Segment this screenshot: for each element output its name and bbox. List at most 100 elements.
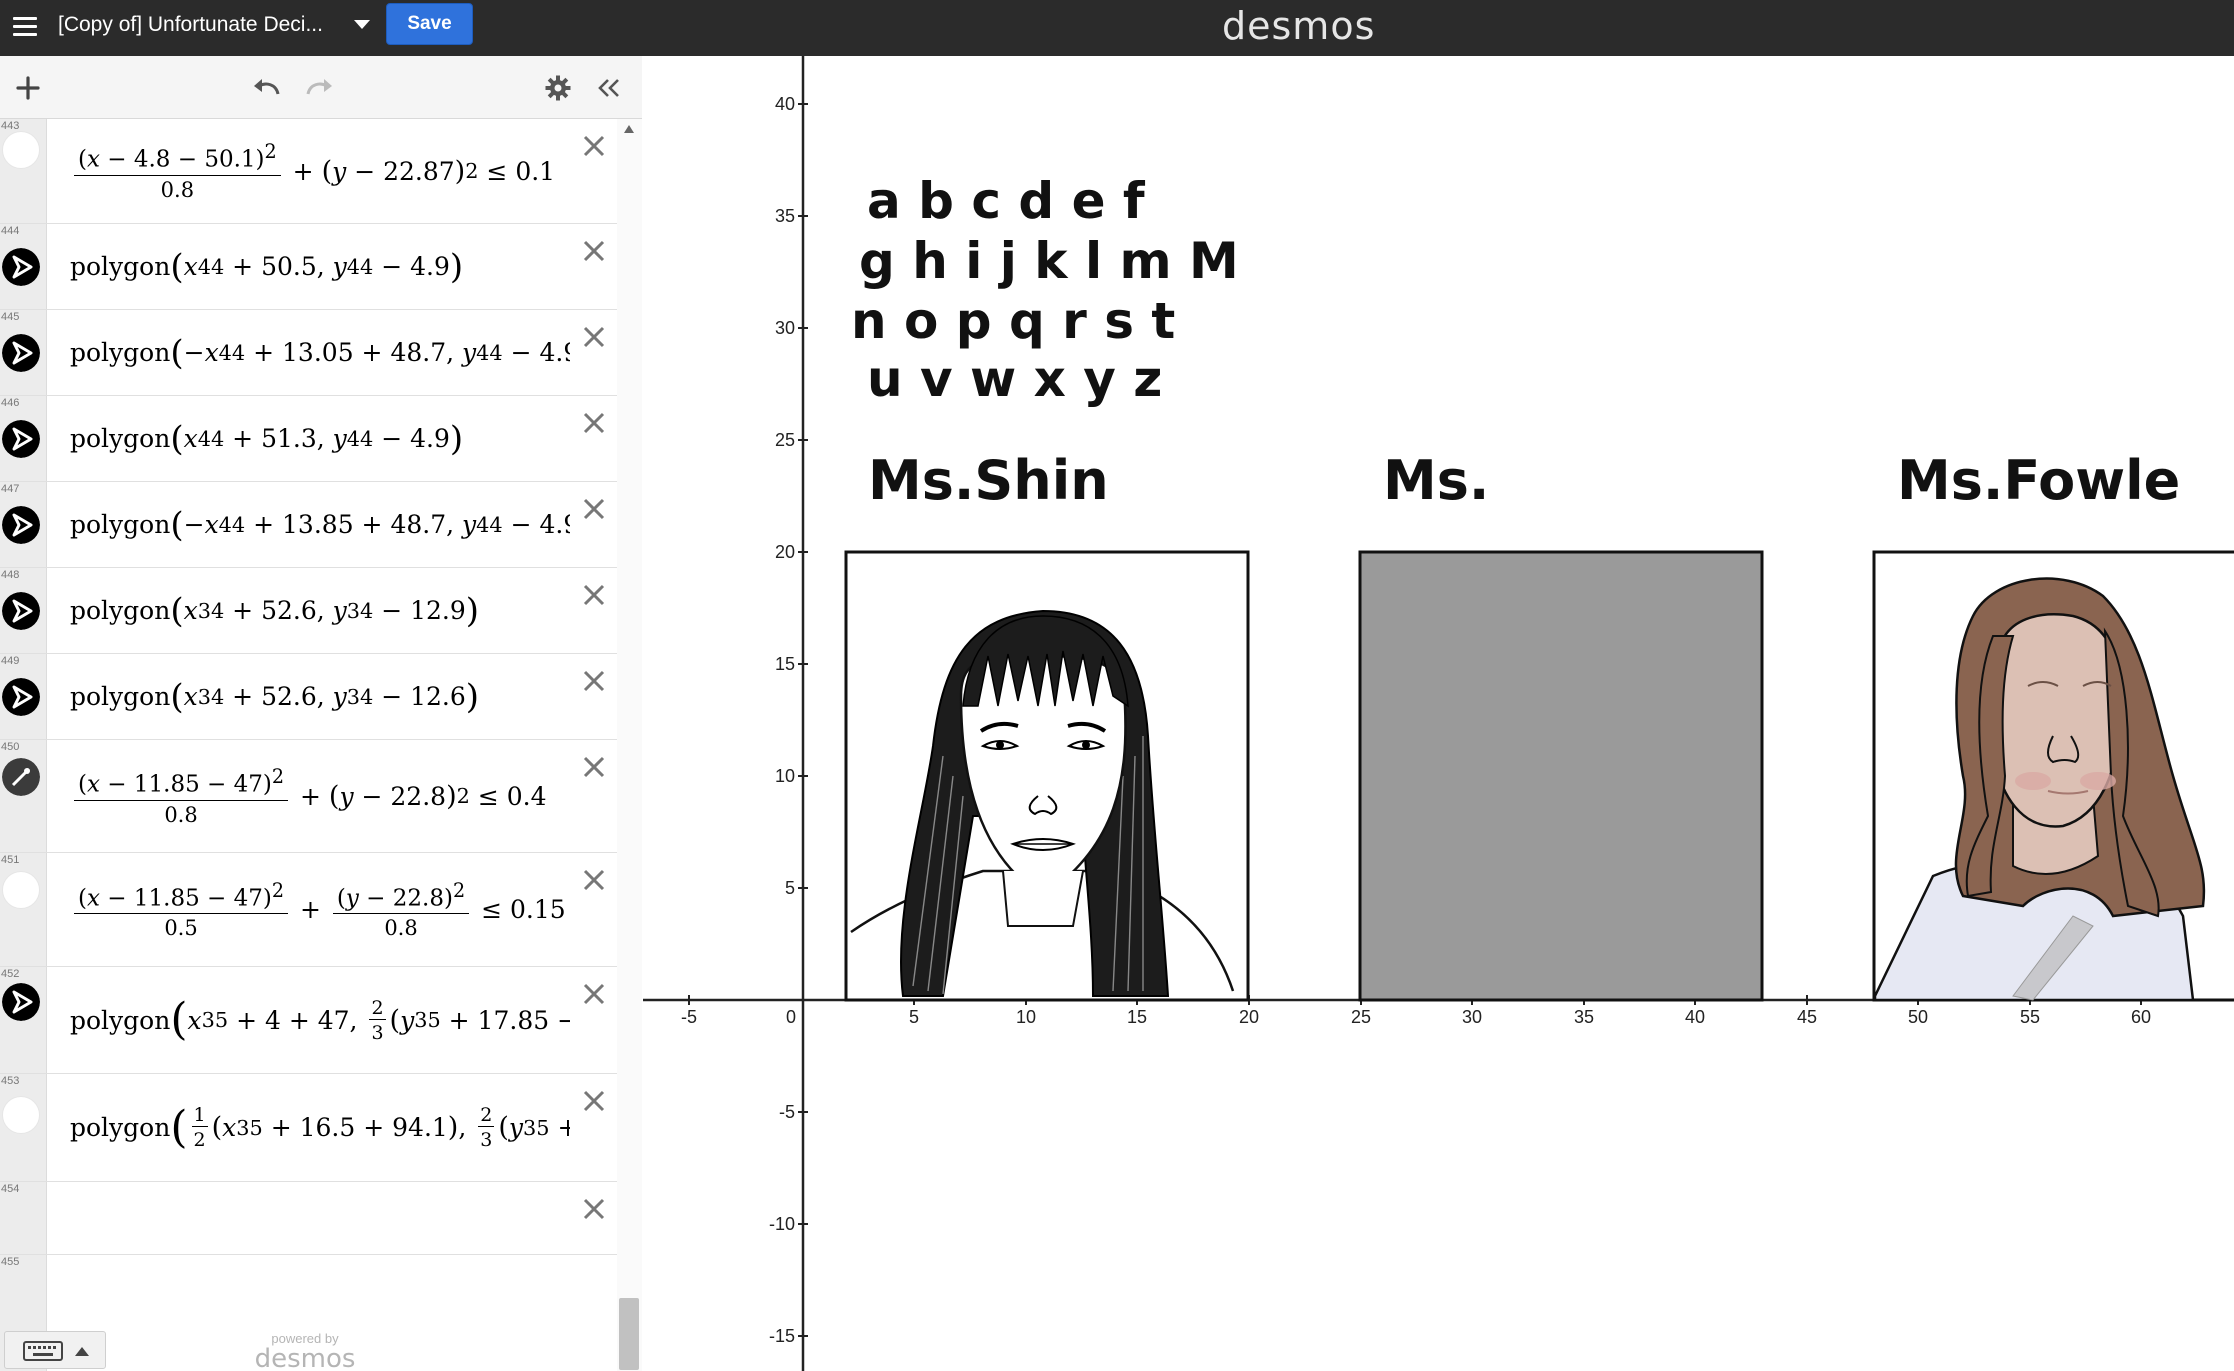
row-gutter: 445 (0, 310, 47, 395)
add-item-icon[interactable] (8, 56, 48, 119)
delete-expression-icon[interactable] (579, 131, 609, 161)
save-button[interactable]: Save (386, 3, 473, 45)
delete-expression-icon[interactable] (579, 666, 609, 696)
powered-by-logo: desmos (254, 1344, 356, 1371)
expression-row[interactable]: 451 (x − 11.85 − 47)2 0.5 + (y − 22.8)2 0.… (0, 853, 617, 967)
x-tick-label: 60 (2131, 1007, 2151, 1027)
y-tick-label: -10 (769, 1214, 795, 1234)
row-number: 455 (1, 1256, 20, 1268)
blank-portrait-box (1358, 550, 1764, 1002)
expression-math[interactable]: (x − 4.8 − 50.1)2 0.8 + (y − 22.87) 2 ≤ 0.… (70, 119, 570, 223)
delete-expression-icon[interactable] (579, 1194, 609, 1224)
y-tick-label: 35 (775, 206, 795, 226)
scrollbar-thumb[interactable] (619, 1298, 639, 1370)
row-gutter: 448 (0, 568, 47, 653)
y-tick-label: -5 (779, 1102, 795, 1122)
y-tick-label: 25 (775, 430, 795, 450)
row-number: 445 (1, 311, 20, 323)
expression-input[interactable] (70, 1182, 570, 1254)
y-tick-label: -15 (769, 1326, 795, 1346)
expression-row[interactable]: 449 polygon(x 34 + 52.6, y 34 − 12.6) (0, 654, 617, 740)
expression-row[interactable]: 452 polygon(x 35 + 4 + 47, 2 3(y 35 + 17.85… (0, 967, 617, 1074)
alphabet-line: u v w x y z (867, 350, 1162, 408)
polygon-visibility-icon[interactable] (2, 248, 40, 286)
x-tick-label: 35 (1574, 1007, 1594, 1027)
row-gutter: 444 (0, 224, 47, 309)
expression-math[interactable]: polygon(x 34 + 52.6, y 34 − 12.9) (70, 568, 570, 653)
expression-row[interactable]: 450 (x − 11.85 − 47)2 0.8 + (y − 22.8) 2 ≤… (0, 740, 617, 853)
delete-expression-icon[interactable] (579, 1086, 609, 1116)
row-number: 444 (1, 225, 20, 237)
row-gutter: 453 (0, 1074, 47, 1181)
expression-row[interactable]: 445 polygon(− x 44 + 13.05 + 48.7, y 44 − 4… (0, 310, 617, 396)
powered-by-desmos: powered by desmos (250, 1331, 360, 1371)
expression-math[interactable]: polygon(1 2(x 35 + 16.5 + 94.1), 2 3(y 35 + (70, 1074, 570, 1181)
row-number: 450 (1, 741, 20, 753)
expression-math[interactable]: polygon(x 34 + 52.6, y 34 − 12.6) (70, 654, 570, 739)
scroll-up-icon[interactable] (624, 125, 634, 133)
expression-row[interactable]: 444 polygon(x 44 + 50.5, y 44 − 4.9) (0, 224, 617, 310)
expression-row[interactable]: 446 polygon(x 44 + 51.3, y 44 − 4.9) (0, 396, 617, 482)
polygon-visibility-icon[interactable] (2, 678, 40, 716)
row-number: 453 (1, 1075, 20, 1087)
expression-math[interactable]: polygon(−x44 + 13.05 + 48.7, y44 − 4.9) (70, 310, 570, 395)
x-tick-label: 10 (1016, 1007, 1036, 1027)
y-axis-labels: 40 35 30 25 20 15 10 5 -5 -10 -15 (769, 94, 795, 1346)
polygon-visibility-icon[interactable] (2, 592, 40, 630)
expression-math[interactable]: polygon(−x44 + 13.85 + 48.7, y44 − 4.9) (70, 482, 570, 567)
graph-paper[interactable]: -5 0 5 10 15 20 25 30 35 40 45 50 55 60 (643, 56, 2234, 1371)
x-tick-label: 45 (1797, 1007, 1817, 1027)
expression-math[interactable]: polygon(x 44 + 51.3, y 44 − 4.9) (70, 396, 570, 481)
hidden-visibility-icon[interactable] (2, 871, 40, 909)
row-number: 446 (1, 397, 20, 409)
expression-row[interactable]: 453 polygon(1 2(x 35 + 16.5 + 94.1), 2 3(y 3… (0, 1074, 617, 1182)
title-dropdown-icon[interactable] (354, 20, 370, 29)
x-tick-label: -5 (681, 1007, 697, 1027)
redo-icon[interactable] (300, 56, 340, 119)
collapse-panel-icon[interactable] (590, 56, 626, 119)
portrait-ms-shin (844, 550, 1250, 1002)
alphabet-line: a b c d e f (867, 172, 1146, 230)
fill-visibility-icon[interactable] (2, 758, 40, 796)
expression-math[interactable]: polygon(x 44 + 50.5, y 44 − 4.9) (70, 224, 570, 309)
expression-row[interactable]: 448 polygon(x 34 + 52.6, y 34 − 12.9) (0, 568, 617, 654)
delete-expression-icon[interactable] (579, 236, 609, 266)
delete-expression-icon[interactable] (579, 979, 609, 1009)
x-tick-label: 0 (786, 1007, 796, 1027)
expression-math[interactable]: (x − 11.85 − 47)2 0.8 + (y − 22.8) 2 ≤ 0.4 (70, 740, 570, 852)
delete-expression-icon[interactable] (579, 865, 609, 895)
undo-icon[interactable] (246, 56, 286, 119)
expression-math[interactable]: polygon(x35 + 4 + 47, 23(y35 + 17.85 − 1 (70, 967, 570, 1073)
row-gutter: 447 (0, 482, 47, 567)
delete-expression-icon[interactable] (579, 494, 609, 524)
row-gutter: 446 (0, 396, 47, 481)
keyboard-toggle-button[interactable] (4, 1331, 106, 1369)
graph-title[interactable]: [Copy of] Unfortunate Deci... (58, 13, 323, 37)
expression-math[interactable]: (x − 11.85 − 47)2 0.5 + (y − 22.8)2 0.8 ≤ … (70, 853, 570, 966)
polygon-visibility-icon[interactable] (2, 334, 40, 372)
polygon-visibility-icon[interactable] (2, 983, 40, 1021)
polygon-visibility-icon[interactable] (2, 420, 40, 458)
delete-expression-icon[interactable] (579, 752, 609, 782)
keyboard-icon (23, 1341, 63, 1361)
y-tick-label: 30 (775, 318, 795, 338)
polygon-visibility-icon[interactable] (2, 506, 40, 544)
row-number: 447 (1, 483, 20, 495)
expression-row[interactable]: 443 (x − 4.8 − 50.1)2 0.8 + (y − 22.87) 2 … (0, 119, 617, 224)
delete-expression-icon[interactable] (579, 580, 609, 610)
expression-row[interactable]: 447 polygon(− x 44 + 13.85 + 48.7, y 44 − 4… (0, 482, 617, 568)
desmos-logo: desmos (1222, 4, 1376, 48)
delete-expression-icon[interactable] (579, 408, 609, 438)
expression-row[interactable]: 454 (0, 1182, 617, 1255)
x-tick-label: 20 (1239, 1007, 1259, 1027)
x-tick-label: 5 (909, 1007, 919, 1027)
hidden-visibility-icon[interactable] (2, 131, 40, 169)
graph-canvas[interactable]: -5 0 5 10 15 20 25 30 35 40 45 50 55 60 (643, 56, 2234, 1371)
row-number: 451 (1, 854, 20, 866)
delete-expression-icon[interactable] (579, 322, 609, 352)
hamburger-menu-icon[interactable] (10, 12, 40, 42)
settings-gear-icon[interactable] (540, 56, 576, 119)
name-label-fowle: Ms.Fowle (1897, 449, 2180, 512)
expression-scrollbar[interactable] (617, 119, 642, 1371)
hidden-visibility-icon[interactable] (2, 1096, 40, 1134)
